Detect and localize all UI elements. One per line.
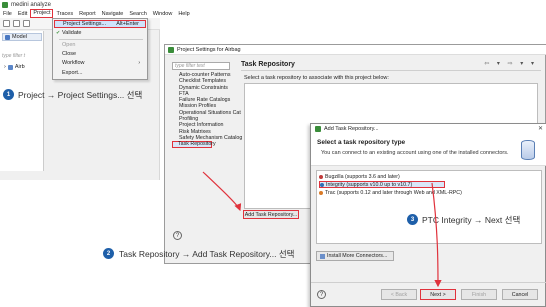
annotation-arrows: [202, 171, 442, 288]
arrow-to-add-repository: [202, 171, 242, 212]
arrow-to-next-button: [431, 182, 442, 288]
